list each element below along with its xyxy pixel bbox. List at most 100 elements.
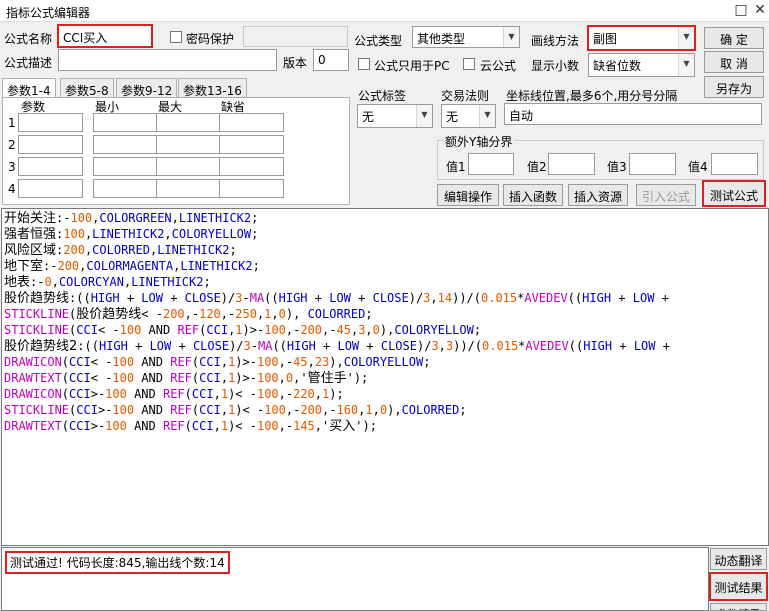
- test-result-button[interactable]: 测试结果: [709, 572, 768, 601]
- formula-label-select[interactable]: 无 ▼: [357, 104, 433, 128]
- code-token: COLORGREEN: [99, 211, 172, 225]
- code-token: )< -: [235, 403, 265, 417]
- param-max-input[interactable]: [156, 157, 221, 176]
- param-max-input[interactable]: [156, 113, 221, 132]
- param-name-input[interactable]: [18, 179, 83, 198]
- ok-button[interactable]: 确 定: [704, 27, 764, 49]
- status-panel: 测试通过! 代码长度:845,输出线个数:14: [1, 547, 709, 611]
- code-token: ),: [379, 323, 395, 337]
- code-token: +: [612, 339, 634, 353]
- tab-params-5-8[interactable]: 参数5-8: [60, 78, 114, 98]
- cloud-checkbox[interactable]: [463, 58, 475, 70]
- param-default-input[interactable]: [219, 113, 284, 132]
- code-token: REF: [162, 419, 185, 433]
- value3-input[interactable]: [629, 153, 676, 175]
- code-token: ,': [314, 419, 330, 433]
- code-token: 200: [300, 403, 323, 417]
- code-token: 0: [372, 323, 380, 337]
- code-token: ,: [220, 371, 229, 385]
- formula-name-input[interactable]: CCI买入: [57, 24, 153, 48]
- value2-input[interactable]: [548, 153, 595, 175]
- code-token: 100: [63, 227, 85, 241]
- dynamic-translate-button[interactable]: 动态翻译: [710, 548, 767, 570]
- param-max-input[interactable]: [156, 179, 221, 198]
- draw-method-select[interactable]: 副图 ▼: [587, 25, 696, 51]
- value1-input[interactable]: [468, 153, 514, 175]
- value4-input[interactable]: [711, 153, 758, 175]
- code-token: CCI: [206, 323, 229, 337]
- code-token: 管住手: [307, 371, 347, 386]
- save-as-button[interactable]: 另存为: [704, 76, 764, 98]
- code-token: ,': [293, 371, 308, 385]
- param-name-input[interactable]: [18, 157, 83, 176]
- code-token: 160: [336, 403, 359, 417]
- code-token: 100: [119, 323, 142, 337]
- import-formula-button[interactable]: 引入公式: [636, 184, 696, 206]
- insert-resource-button[interactable]: 插入资源: [568, 184, 628, 206]
- maximize-button[interactable]: □: [732, 2, 750, 20]
- tab-params-1-4[interactable]: 参数1-4: [2, 78, 56, 98]
- code-line: 股价趋势线:((HIGH + LOW + CLOSE)/3-MA((HIGH +…: [4, 290, 766, 306]
- code-token: CCI: [76, 403, 98, 417]
- pc-only-checkbox[interactable]: [358, 58, 370, 70]
- code-token: 地下室: [4, 259, 44, 274]
- code-token: 0.015: [481, 291, 518, 305]
- close-button[interactable]: ✕: [751, 2, 769, 20]
- code-token: ((: [264, 291, 279, 305]
- code-token: ))/(: [452, 291, 481, 305]
- value3-label: 值3: [607, 160, 627, 174]
- param-min-input[interactable]: [93, 179, 158, 198]
- code-token: ),: [285, 307, 308, 321]
- decimals-select[interactable]: 缺省位数 ▼: [588, 53, 695, 77]
- param-min-input[interactable]: [93, 157, 158, 176]
- code-token: ,-: [322, 403, 337, 417]
- formula-desc-input[interactable]: [58, 49, 277, 71]
- code-token: )< -: [228, 419, 257, 433]
- code-token: ');: [355, 419, 377, 433]
- code-token: ,: [220, 403, 229, 417]
- code-token: 100: [70, 211, 93, 225]
- password-checkbox[interactable]: [170, 31, 182, 43]
- param-name-input[interactable]: [18, 113, 83, 132]
- value1-label: 值1: [446, 160, 466, 174]
- param-name-input[interactable]: [18, 135, 83, 154]
- code-token: ,-: [278, 387, 294, 401]
- code-token: ;: [203, 275, 211, 289]
- code-token: < -: [90, 355, 113, 369]
- code-token: COLORMAGENTA: [86, 259, 174, 273]
- code-line: 强者恒强:100,LINETHICK2,COLORYELLOW;: [4, 226, 766, 242]
- cancel-button[interactable]: 取 消: [704, 51, 764, 73]
- version-input[interactable]: 0: [313, 49, 349, 71]
- param-max-input[interactable]: [156, 135, 221, 154]
- param-wizard-button[interactable]: 参数精灵: [710, 603, 767, 611]
- code-token: CCI: [76, 323, 98, 337]
- code-editor[interactable]: 开始关注:-100,COLORGREEN,LINETHICK2; 强者恒强:100…: [1, 208, 769, 546]
- code-token: CCI: [69, 419, 91, 433]
- edit-operations-button[interactable]: 编辑操作: [437, 184, 499, 206]
- row-number: 2: [8, 138, 16, 152]
- code-token: CCI: [69, 387, 91, 401]
- param-default-input[interactable]: [219, 157, 284, 176]
- param-min-input[interactable]: [93, 113, 158, 132]
- code-token: +: [655, 339, 670, 353]
- code-token: < -: [90, 371, 113, 385]
- axis-lines-input[interactable]: 自动: [504, 103, 762, 125]
- param-default-input[interactable]: [219, 135, 284, 154]
- decimals-label: 显示小数: [531, 59, 580, 73]
- code-token: (: [184, 387, 192, 401]
- password-input[interactable]: [243, 26, 348, 47]
- insert-function-button[interactable]: 插入函数: [503, 184, 563, 206]
- trade-rule-select[interactable]: 无 ▼: [441, 104, 496, 128]
- code-token: ,: [171, 211, 179, 225]
- test-formula-button[interactable]: 测试公式: [702, 180, 766, 207]
- param-min-input[interactable]: [93, 135, 158, 154]
- code-token: DRAWICON: [4, 355, 62, 369]
- code-token: STICKLINE: [4, 403, 70, 417]
- code-token: HIGH: [98, 339, 128, 353]
- code-token: ,: [307, 355, 315, 369]
- code-token: ,-: [220, 307, 236, 321]
- param-default-input[interactable]: [219, 179, 284, 198]
- tab-params-13-16[interactable]: 参数13-16: [178, 78, 247, 98]
- tab-params-9-12[interactable]: 参数9-12: [116, 78, 178, 98]
- formula-type-select[interactable]: 其他类型 ▼: [412, 26, 520, 48]
